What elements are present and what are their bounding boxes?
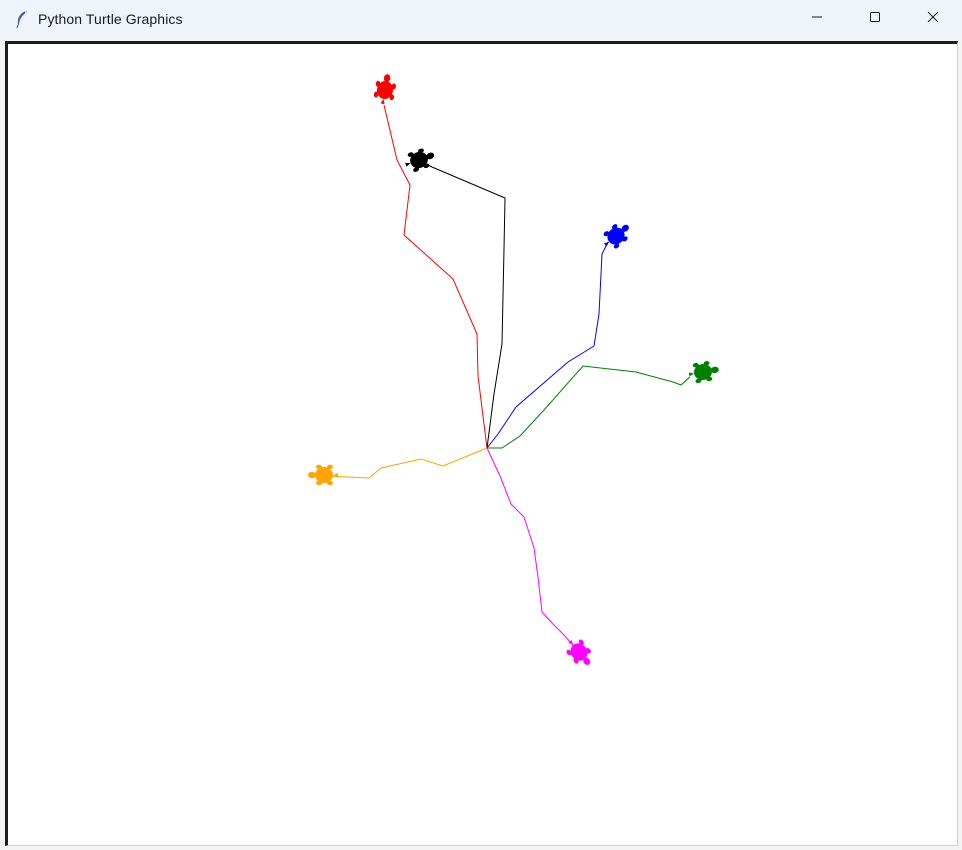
close-icon	[927, 10, 939, 28]
window-title: Python Turtle Graphics	[38, 11, 183, 27]
blue-turtle-icon	[603, 224, 629, 249]
maximize-button[interactable]	[846, 0, 904, 38]
feather-icon	[14, 10, 30, 28]
turtle-canvas[interactable]	[8, 44, 957, 845]
minimize-icon	[811, 10, 823, 28]
black-turtle-icon	[405, 148, 435, 172]
title-bar[interactable]: Python Turtle Graphics	[0, 0, 962, 38]
orange-turtle-trail	[326, 447, 488, 479]
maximize-icon	[869, 10, 881, 28]
minimize-button[interactable]	[788, 0, 846, 38]
blue-turtle-trail	[486, 241, 609, 449]
magenta-turtle-icon	[566, 639, 591, 665]
orange-turtle-icon	[308, 464, 338, 486]
magenta-turtle-trail	[486, 447, 579, 652]
close-button[interactable]	[904, 0, 962, 38]
red-turtle-icon	[373, 74, 396, 105]
turtle-canvas-frame	[5, 41, 958, 846]
green-turtle-icon	[688, 361, 719, 384]
black-turtle-trail	[417, 159, 506, 449]
green-turtle-trail	[487, 365, 691, 449]
window-controls	[788, 0, 962, 38]
red-turtle-trail	[383, 104, 488, 449]
turtle-window: Python Turtle Graphics	[0, 0, 962, 850]
